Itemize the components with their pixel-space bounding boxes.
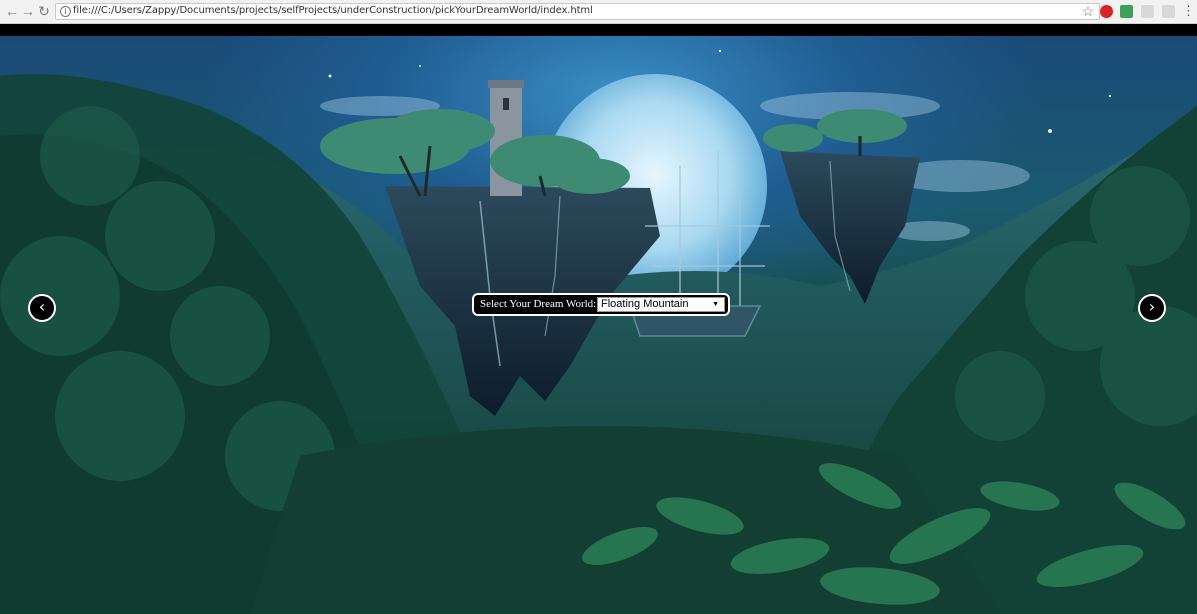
selector-label: Select Your Dream World:	[480, 298, 597, 310]
chevron-right-icon: ›	[1148, 297, 1156, 316]
info-icon[interactable]: i	[60, 6, 71, 17]
browser-toolbar: ← → ↻ i file:///C:/Users/Zappy/Documents…	[0, 0, 1197, 24]
adblock-icon[interactable]	[1100, 5, 1113, 18]
dropdown-arrow-icon: ▼	[712, 301, 719, 308]
address-bar[interactable]: i file:///C:/Users/Zappy/Documents/proje…	[55, 3, 1100, 20]
extension-green-icon[interactable]	[1120, 5, 1133, 18]
dream-world-dropdown[interactable]: Floating Mountain ▼	[597, 297, 725, 312]
previous-slide-button[interactable]: ‹	[28, 294, 56, 322]
dropdown-selected-value: Floating Mountain	[601, 298, 689, 310]
back-arrow-icon[interactable]: ←	[4, 3, 20, 19]
reload-icon[interactable]: ↻	[36, 3, 52, 19]
extension-gray-icon[interactable]	[1141, 5, 1154, 18]
page-top-bar	[0, 24, 1197, 36]
next-slide-button[interactable]: ›	[1138, 294, 1166, 322]
extension-gray-icon[interactable]	[1162, 5, 1175, 18]
floating-mountain-illustration	[0, 49, 1197, 614]
dream-world-background	[0, 36, 1197, 614]
dream-world-selector: Select Your Dream World: Floating Mounta…	[472, 293, 730, 316]
chevron-left-icon: ‹	[38, 297, 46, 316]
forward-arrow-icon[interactable]: →	[20, 3, 36, 19]
url-text[interactable]: file:///C:/Users/Zappy/Documents/project…	[73, 5, 593, 16]
kebab-menu-icon[interactable]: ⋮	[1182, 3, 1195, 19]
star-icon[interactable]: ☆	[1080, 3, 1096, 19]
